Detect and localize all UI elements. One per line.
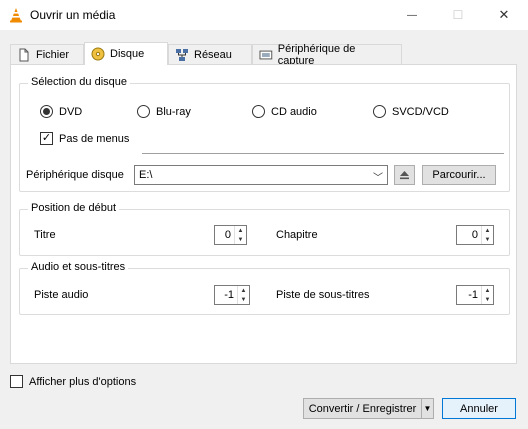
radio-label: Blu-ray <box>156 105 191 118</box>
show-more-options-checkbox[interactable]: Afficher plus d'options <box>10 375 136 388</box>
radio-bluray[interactable]: Blu-ray <box>137 105 191 118</box>
convert-save-button[interactable]: Convertir / Enregistrer <box>303 398 421 419</box>
radio-label: SVCD/VCD <box>392 105 449 118</box>
group-title: Sélection du disque <box>28 76 131 88</box>
spin-value: -1 <box>468 289 478 301</box>
arrow-down-icon[interactable]: ▼ <box>238 295 249 304</box>
window-title: Ouvrir un média <box>30 8 116 22</box>
file-icon <box>19 48 29 61</box>
checkmark-icon: ✓ <box>40 132 53 145</box>
tab-label: Périphérique de capture <box>277 42 356 67</box>
button-label: Convertir / Enregistrer <box>308 402 417 415</box>
tab-fichier[interactable]: Fichier <box>10 44 84 64</box>
arrow-up-icon[interactable]: ▲ <box>482 226 493 235</box>
audio-subtitles-group: Audio et sous-titres Piste audio -1 ▲ ▼ … <box>19 261 510 315</box>
maximize-button[interactable]: ☐ <box>435 0 481 30</box>
radio-label: DVD <box>59 105 83 118</box>
tab-disque[interactable]: Disque <box>84 42 168 65</box>
disc-device-label: Périphérique disque <box>26 169 124 181</box>
arrow-up-icon[interactable]: ▲ <box>238 286 249 295</box>
separator <box>142 153 504 154</box>
cancel-button[interactable]: Annuler <box>442 398 516 419</box>
chevron-down-icon: ﹀ <box>373 173 383 184</box>
convert-dropdown-button[interactable]: ▼ <box>421 398 434 419</box>
title-label: Titre <box>34 229 56 241</box>
spin-value: -1 <box>224 289 234 301</box>
eject-button[interactable] <box>394 165 415 185</box>
arrow-up-icon[interactable]: ▲ <box>235 226 246 235</box>
no-menus-checkbox[interactable]: ✓ Pas de menus <box>40 132 129 145</box>
subtitle-track-label: Piste de sous-titres <box>276 289 370 301</box>
group-title: Audio et sous-titres <box>28 261 129 273</box>
title-spinbox[interactable]: 0 ▲ ▼ <box>214 225 247 245</box>
tab-panel-disque: Sélection du disque DVD Blu-ray CD audio… <box>10 64 517 364</box>
disc-selection-group: Sélection du disque DVD Blu-ray CD audio… <box>19 76 510 192</box>
arrow-down-icon[interactable]: ▼ <box>482 235 493 244</box>
checkbox-label: Pas de menus <box>59 132 130 145</box>
vlc-cone-icon <box>10 8 22 23</box>
chevron-down-icon: ▼ <box>423 404 432 413</box>
checkbox-label: Afficher plus d'options <box>29 375 137 388</box>
button-label: Annuler <box>460 402 498 415</box>
tab-label: Réseau <box>194 48 232 61</box>
arrow-down-icon[interactable]: ▼ <box>235 235 246 244</box>
disc-device-combo[interactable]: E:\ ﹀ <box>134 165 388 185</box>
arrow-up-icon[interactable]: ▲ <box>482 286 493 295</box>
spin-value: 0 <box>224 229 231 241</box>
capture-device-icon <box>259 50 273 59</box>
button-label: Parcourir... <box>432 169 486 181</box>
radio-label: CD audio <box>271 105 317 118</box>
close-button[interactable]: ✕ <box>481 0 527 30</box>
minimize-icon: — <box>407 9 417 21</box>
radio-dvd[interactable]: DVD <box>40 105 82 118</box>
chapter-spinbox[interactable]: 0 ▲ ▼ <box>456 225 494 245</box>
minimize-button[interactable]: — <box>389 0 435 30</box>
chapter-label: Chapitre <box>276 229 318 241</box>
maximize-icon: ☐ <box>452 8 464 22</box>
audio-track-label: Piste audio <box>34 289 89 301</box>
disc-icon <box>91 47 105 61</box>
arrow-down-icon[interactable]: ▼ <box>482 295 493 304</box>
radio-svcd-vcd[interactable]: SVCD/VCD <box>373 105 449 118</box>
tab-reseau[interactable]: Réseau <box>168 44 252 64</box>
radio-cd-audio[interactable]: CD audio <box>252 105 317 118</box>
tab-label: Disque <box>110 48 145 60</box>
browse-button[interactable]: Parcourir... <box>422 165 496 185</box>
close-icon: ✕ <box>498 7 510 22</box>
eject-icon <box>400 171 409 180</box>
spin-value: 0 <box>471 229 478 241</box>
tab-peripherique-capture[interactable]: Périphérique de capture <box>252 42 402 67</box>
tab-label: Fichier <box>36 48 70 61</box>
group-title: Position de début <box>28 202 120 214</box>
start-position-group: Position de début Titre 0 ▲ ▼ Chapitre 0… <box>19 202 510 256</box>
combo-value: E:\ <box>139 169 153 181</box>
subtitle-track-spinbox[interactable]: -1 ▲ ▼ <box>456 285 494 305</box>
title-bar: Ouvrir un média — ☐ ✕ <box>0 0 528 30</box>
audio-track-spinbox[interactable]: -1 ▲ ▼ <box>214 285 250 305</box>
network-icon <box>176 48 188 61</box>
